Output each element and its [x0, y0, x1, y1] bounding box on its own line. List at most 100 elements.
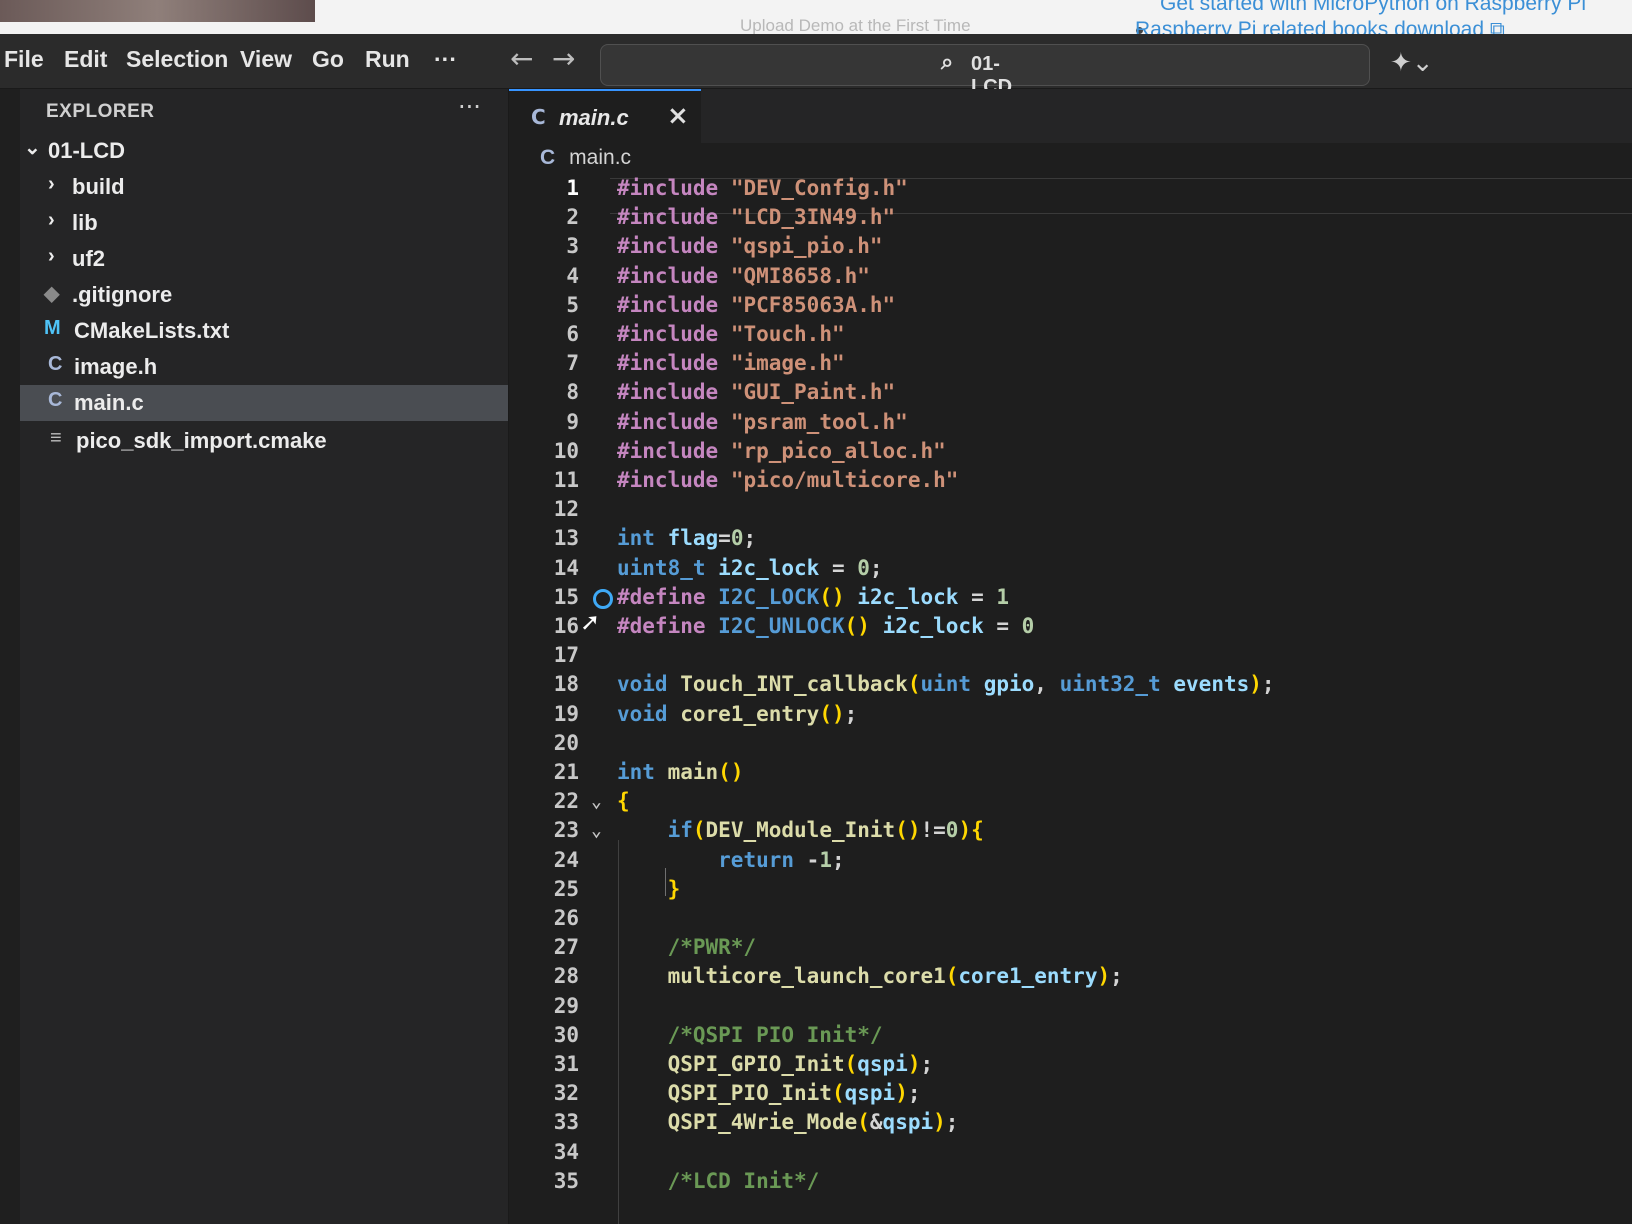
tree-item-cmakelists[interactable]: M CMakeLists.txt	[20, 313, 508, 349]
code-line[interactable]: 7 #include "image.h"	[509, 351, 1632, 381]
code-text: #include "LCD_3IN49.h"	[617, 205, 896, 230]
code-line[interactable]: 23 ⌄ if(DEV_Module_Init()!=0){	[509, 818, 1632, 848]
c-file-icon: C	[48, 353, 63, 375]
line-number: 28	[553, 964, 579, 989]
code-line[interactable]: 13 int flag=0;	[509, 526, 1632, 556]
code-text: #include "Touch.h"	[617, 322, 845, 346]
tree-item-label: image.h	[74, 354, 158, 379]
code-line[interactable]: 15 #define I2C_LOCK() i2c_lock = 1	[509, 585, 1632, 615]
menu-edit[interactable]: Edit	[64, 46, 107, 73]
menu-file[interactable]: File	[4, 46, 44, 73]
line-number: 4	[566, 263, 579, 288]
tree-item-uf2[interactable]: › uf2	[20, 241, 508, 277]
code-line[interactable]: 35 /*LCD Init*/	[509, 1169, 1632, 1199]
code-line[interactable]: 22 ⌄ {	[509, 789, 1632, 819]
code-text: {	[617, 789, 630, 814]
tree-item-main-c[interactable]: C main.c	[20, 385, 508, 421]
code-line[interactable]: 6 #include "Touch.h"	[509, 322, 1632, 352]
code-text: }	[667, 876, 681, 901]
line-number: 33	[553, 1110, 579, 1135]
code-text: #define I2C_LOCK() i2c_lock = 1	[617, 584, 1010, 609]
folder-root[interactable]: ⌄ 01-LCD	[20, 133, 508, 169]
code-text: QSPI_GPIO_Init(qspi);	[667, 1052, 934, 1076]
code-line[interactable]: 28 multicore_launch_core1(core1_entry);	[509, 964, 1632, 994]
code-line[interactable]: 8 #include "GUI_Paint.h"	[509, 380, 1632, 410]
code-line[interactable]: 34	[509, 1140, 1632, 1170]
breadcrumb-label: main.c	[569, 146, 632, 169]
line-number: 3	[566, 234, 579, 259]
code-line[interactable]: 3 #include "qspi_pio.h"	[509, 234, 1632, 264]
tab-main-c[interactable]: C main.c ×	[509, 89, 701, 145]
code-line[interactable]: 10 #include "rp_pico_alloc.h"	[509, 439, 1632, 469]
line-number: 27	[553, 935, 579, 960]
menu-more[interactable]: ···	[434, 46, 457, 73]
code-line[interactable]: 16 #define I2C_UNLOCK() i2c_lock = 0	[509, 614, 1632, 644]
menu-selection[interactable]: Selection	[126, 46, 228, 73]
code-line[interactable]: 26	[509, 906, 1632, 936]
line-number: 35	[553, 1168, 579, 1193]
copilot-icon[interactable]: ✦⌄	[1390, 48, 1434, 78]
code-text: multicore_launch_core1(core1_entry);	[667, 964, 1123, 989]
menu-run[interactable]: Run	[365, 46, 410, 73]
code-text: QSPI_PIO_Init(qspi);	[667, 1081, 921, 1106]
line-number: 25	[553, 876, 579, 901]
line-number: 2	[566, 205, 579, 230]
code-line[interactable]: 1 #include "DEV_Config.h"	[509, 176, 1632, 206]
code-line[interactable]: 32 QSPI_PIO_Init(qspi);	[509, 1081, 1632, 1111]
code-text: #include "PCF85063A.h"	[617, 292, 896, 317]
code-line[interactable]: 30 /*QSPI PIO Init*/	[509, 1023, 1632, 1053]
tree-item-build[interactable]: › build	[20, 169, 508, 205]
code-line[interactable]: 12	[509, 497, 1632, 527]
code-line[interactable]: 11 #include "pico/multicore.h"	[509, 468, 1632, 498]
code-line[interactable]: 33 QSPI_4Wrie_Mode(&qspi);	[509, 1110, 1632, 1140]
code-line[interactable]: 4 #include "QMI8658.h"	[509, 264, 1632, 294]
code-text: return -1;	[718, 847, 845, 872]
more-actions-icon[interactable]: ···	[458, 93, 481, 121]
line-number: 1	[566, 176, 579, 200]
fold-chevron-icon[interactable]: ⌄	[591, 820, 602, 841]
code-line[interactable]: 9 #include "psram_tool.h"	[509, 410, 1632, 440]
menu-view[interactable]: View	[240, 46, 292, 73]
tree-item-pico-sdk-import[interactable]: ≡ pico_sdk_import.cmake	[20, 423, 508, 459]
tree-item-lib[interactable]: › lib	[20, 205, 508, 241]
code-text: /*QSPI PIO Init*/	[617, 1022, 883, 1047]
close-icon[interactable]: ×	[667, 101, 689, 131]
line-number: 19	[553, 701, 579, 726]
code-text: if(DEV_Module_Init()!=0){	[667, 818, 984, 843]
breadcrumb[interactable]: Cmain.c	[540, 146, 631, 170]
line-number: 6	[566, 322, 579, 346]
code-line[interactable]: 29	[509, 994, 1632, 1024]
code-line[interactable]: 21 int main()	[509, 760, 1632, 790]
background-link[interactable]: Get started with MicroPython on Raspberr…	[1160, 0, 1586, 16]
line-number: 15	[553, 584, 579, 609]
tree-item-image-h[interactable]: C image.h	[20, 349, 508, 385]
line-number: 7	[566, 351, 579, 376]
explorer-title: EXPLORER	[46, 101, 155, 122]
line-number: 22	[553, 789, 579, 814]
command-center-search[interactable]: ⌕ 01-LCD	[600, 44, 1370, 98]
code-line[interactable]: 14 uint8_t i2c_lock = 0;	[509, 556, 1632, 586]
menu-go[interactable]: Go	[312, 46, 344, 73]
tree-item-gitignore[interactable]: ◆ .gitignore	[20, 277, 508, 313]
back-arrow-icon[interactable]: ←	[510, 42, 533, 75]
code-line[interactable]: 24 return -1;	[509, 848, 1632, 878]
code-line[interactable]: 19 void core1_entry();	[509, 702, 1632, 732]
tree-item-label: uf2	[72, 246, 105, 271]
forward-arrow-icon[interactable]: →	[552, 42, 575, 75]
code-text: #include "image.h"	[617, 351, 845, 376]
code-line[interactable]: 20	[509, 731, 1632, 761]
code-text: void core1_entry();	[617, 701, 858, 726]
code-line[interactable]: 27 /*PWR*/	[509, 935, 1632, 965]
code-line[interactable]: 2 #include "LCD_3IN49.h"	[509, 205, 1632, 235]
background-image	[0, 0, 315, 22]
fold-chevron-icon[interactable]: ⌄	[591, 791, 602, 812]
breakpoint-icon[interactable]	[593, 588, 613, 609]
code-line[interactable]: 17	[509, 643, 1632, 673]
line-number: 13	[553, 526, 579, 551]
line-number: 16	[553, 614, 579, 638]
code-line[interactable]: 25 }	[509, 877, 1632, 907]
code-text: /*PWR*/	[617, 935, 757, 960]
code-line[interactable]: 18 void Touch_INT_callback(uint gpio, uin…	[509, 672, 1632, 702]
code-line[interactable]: 5 #include "PCF85063A.h"	[509, 293, 1632, 323]
code-line[interactable]: 31 QSPI_GPIO_Init(qspi);	[509, 1052, 1632, 1082]
